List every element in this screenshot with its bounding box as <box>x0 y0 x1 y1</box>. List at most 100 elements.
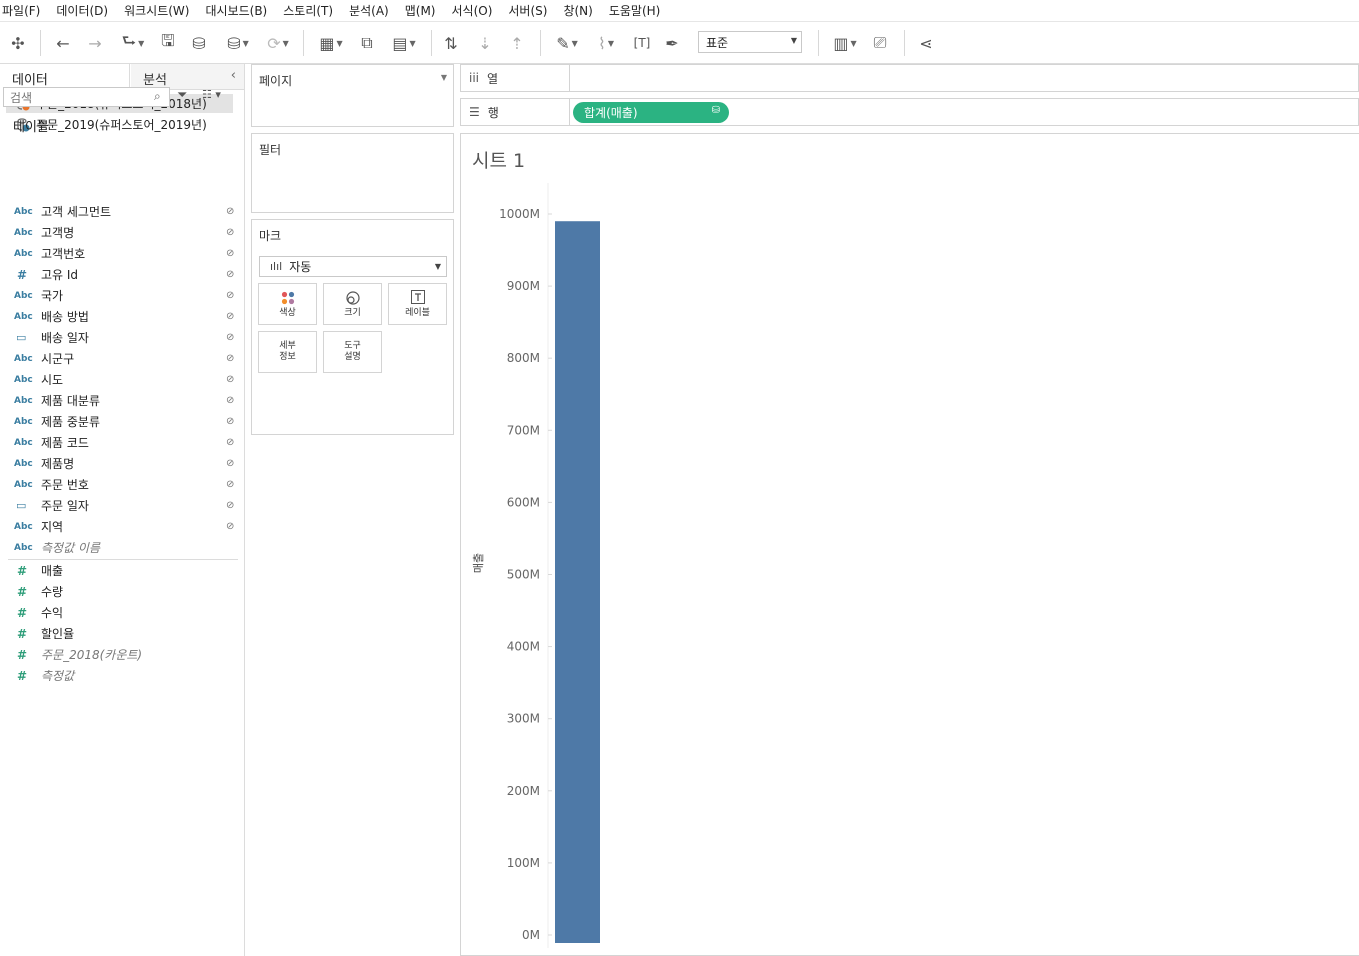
dimension-field[interactable]: Abc 제품 대분류 ⊘ <box>0 390 244 411</box>
color-button[interactable]: 색상 <box>258 283 317 325</box>
menu-item[interactable]: 데이터(D) <box>56 2 116 19</box>
menu-item[interactable]: 분석(A) <box>349 2 397 19</box>
dimension-field[interactable]: Abc 주문 번호 ⊘ <box>0 474 244 495</box>
link-broken-icon: ⊘ <box>226 458 235 469</box>
redo-icon[interactable]: → <box>84 30 106 56</box>
pages-card[interactable]: 페이지 ▼ <box>251 64 454 127</box>
swap-icon[interactable]: ⇅ <box>440 30 462 56</box>
y-tick-label: 0M <box>522 928 540 942</box>
dimension-field[interactable]: Abc 제품 중분류 ⊘ <box>0 411 244 432</box>
measure-field[interactable]: # 수익 <box>0 602 244 623</box>
measure-field[interactable]: # 매출 <box>0 560 244 581</box>
string-type-icon: Abc <box>14 374 33 385</box>
menu-bar: 파일(F) 데이터(D) 워크시트(W) 대시보드(B) 스토리(T) 분석(A) 맵(M)… <box>0 0 1359 22</box>
tooltip-button[interactable]: 도구 설명 <box>323 331 382 373</box>
size-label: 크기 <box>344 307 361 318</box>
presentation-icon[interactable]: ⎚ <box>870 30 890 56</box>
field-name: 주문 일자 <box>41 499 89 513</box>
label-button[interactable]: 레이블 <box>388 283 447 325</box>
dimension-field[interactable]: Abc 고객명 ⊘ <box>0 222 244 243</box>
dimension-field[interactable]: # 고유 Id ⊘ <box>0 264 244 285</box>
link-broken-icon: ⊘ <box>226 353 235 364</box>
menu-item[interactable]: 서버(S) <box>508 2 555 19</box>
tableau-logo-icon[interactable]: ✣ <box>8 30 28 56</box>
menu-item[interactable]: 창(N) <box>563 2 600 19</box>
rows-shelf[interactable]: ☰ 행 합계(매출) ⛁ <box>460 98 1359 126</box>
fit-select[interactable]: 표준 ▼ <box>698 31 802 53</box>
link-broken-icon: ⊘ <box>226 290 235 301</box>
save-icon[interactable]: 🖫 <box>158 30 178 56</box>
field-name: 수량 <box>41 585 64 599</box>
dimension-field[interactable]: ▭ 주문 일자 ⊘ <box>0 495 244 516</box>
field-name: 측정값 이름 <box>41 541 101 555</box>
dimension-field[interactable]: Abc 제품 코드 ⊘ <box>0 432 244 453</box>
menu-item[interactable]: 스토리(T) <box>283 2 341 19</box>
pin-icon[interactable]: ✒ <box>662 30 682 56</box>
y-tick-label: 1000M <box>499 207 540 221</box>
search-icon[interactable]: ⌕ <box>154 89 161 104</box>
string-type-icon: Abc <box>14 395 33 406</box>
sum-sales-pill[interactable]: 합계(매출) ⛁ <box>573 102 729 123</box>
sort-descending-icon[interactable]: ⇡ <box>506 30 528 56</box>
measure-field[interactable]: # 측정값 <box>0 665 244 686</box>
chevron-down-icon[interactable]: ▼ <box>441 73 447 82</box>
clear-sheet-icon[interactable]: ▤ ▼ <box>386 30 422 56</box>
dimension-field[interactable]: Abc 국가 ⊘ <box>0 285 244 306</box>
duplicate-icon[interactable]: ⧉ <box>356 30 378 56</box>
sum-sales-pill-label: 합계(매출) <box>584 106 638 120</box>
pause-updates-icon[interactable]: ⛁ ▼ <box>220 30 256 56</box>
tab-analysis[interactable]: 분석 <box>131 64 244 89</box>
measure-field[interactable]: # 할인율 <box>0 623 244 644</box>
field-name: 고객 세그먼트 <box>41 205 112 219</box>
menu-item[interactable]: 워크시트(W) <box>124 2 197 19</box>
mark-type-select[interactable]: ılıl 자동 ▼ <box>259 256 447 277</box>
group-icon[interactable]: ⌇ ▼ <box>590 30 622 56</box>
show-labels-icon[interactable]: [T] <box>632 30 652 56</box>
new-datasource-icon[interactable]: ⛁ <box>188 30 210 56</box>
dimension-field[interactable]: Abc 고객 세그먼트 ⊘ <box>0 201 244 222</box>
dimension-field[interactable]: Abc 지역 ⊘ <box>0 516 244 537</box>
y-tick-label: 600M <box>507 495 540 509</box>
menu-item[interactable]: 대시보드(B) <box>205 2 275 19</box>
y-tick-label: 800M <box>507 351 540 365</box>
marks-card: 마크 ılıl 자동 ▼ 색상 크기 레이블 세부 정보 도구 설명 <box>251 219 454 435</box>
y-axis-title[interactable]: 매출 <box>472 553 485 573</box>
dimension-field[interactable]: Abc 시도 ⊘ <box>0 369 244 390</box>
sort-ascending-icon[interactable]: ⇣ <box>474 30 496 56</box>
y-tick-label: 400M <box>507 640 540 654</box>
toolbar-divider <box>904 30 905 56</box>
menu-item[interactable]: 맵(M) <box>405 2 444 19</box>
field-name: 제품명 <box>41 457 75 471</box>
view-options-icon[interactable]: ☷ ▾ <box>202 88 221 101</box>
dimension-field[interactable]: Abc 제품명 ⊘ <box>0 453 244 474</box>
show-me-icon[interactable]: ▥ ▼ <box>828 30 862 56</box>
bar[interactable] <box>555 221 600 944</box>
new-worksheet-icon[interactable]: ▦ ▼ <box>312 30 350 56</box>
field-name: 배송 일자 <box>41 331 89 345</box>
measure-field[interactable]: # 주문_2018(카운트) <box>0 644 244 665</box>
size-button[interactable]: 크기 <box>323 283 382 325</box>
number-type-icon: # <box>17 668 28 683</box>
refresh-icon[interactable]: ⟳ ▼ <box>260 30 296 56</box>
dimension-field[interactable]: Abc 고객번호 ⊘ <box>0 243 244 264</box>
menu-item[interactable]: 서식(O) <box>452 2 501 19</box>
collapse-pane-icon[interactable]: ‹ <box>231 68 236 83</box>
dimension-field[interactable]: ▭ 배송 일자 ⊘ <box>0 327 244 348</box>
measure-field[interactable]: # 수량 <box>0 581 244 602</box>
filters-card[interactable]: 필터 <box>251 133 454 213</box>
highlight-icon[interactable]: ✎ ▼ <box>552 30 582 56</box>
bar-chart-icon: ılıl <box>270 260 283 273</box>
replay-icon[interactable]: ⮑ ▼ <box>114 30 152 56</box>
filters-card-title: 필터 <box>259 143 282 157</box>
dimension-field[interactable]: Abc 배송 방법 ⊘ <box>0 306 244 327</box>
menu-item[interactable]: 도움말(H) <box>609 2 669 19</box>
share-icon[interactable]: ⋖ <box>916 30 936 56</box>
columns-shelf[interactable]: iii 열 <box>460 64 1359 92</box>
menu-item[interactable]: 파일(F) <box>2 2 48 19</box>
dimension-field[interactable]: Abc 측정값 이름 <box>0 537 244 558</box>
dimension-field[interactable]: Abc 시군구 ⊘ <box>0 348 244 369</box>
filter-icon[interactable]: ⏷ <box>177 88 187 103</box>
undo-icon[interactable]: ← <box>52 30 74 56</box>
search-input[interactable] <box>3 87 170 107</box>
detail-button[interactable]: 세부 정보 <box>258 331 317 373</box>
